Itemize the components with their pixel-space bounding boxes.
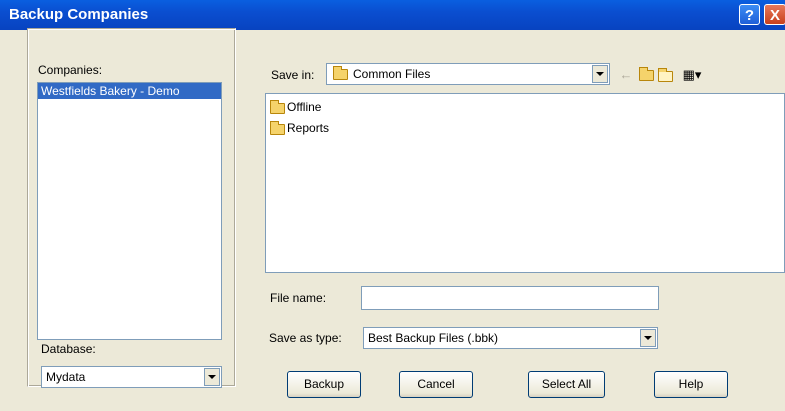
- save-in-select[interactable]: Common Files: [326, 63, 610, 85]
- window-title: Backup Companies: [9, 6, 149, 23]
- database-label: Database:: [41, 342, 96, 356]
- companies-list[interactable]: Westfields Bakery - Demo: [37, 82, 222, 340]
- views-menu-icon[interactable]: ▦▾: [679, 66, 705, 84]
- file-name-offline: Offline: [287, 100, 322, 114]
- file-name-reports: Reports: [287, 121, 330, 135]
- backup-button[interactable]: Backup: [287, 371, 361, 398]
- save-as-type-value: Best Backup Files (.bbk): [368, 331, 499, 345]
- help-button[interactable]: Help: [654, 371, 728, 398]
- save-as-type-label: Save as type:: [269, 331, 342, 345]
- help-title-button[interactable]: ?: [739, 4, 760, 25]
- database-value: Mydata: [46, 370, 86, 384]
- chevron-down-icon[interactable]: [592, 65, 608, 83]
- select-all-button[interactable]: Select All: [528, 371, 605, 398]
- save-as-type-select[interactable]: Best Backup Files (.bbk): [363, 327, 658, 349]
- close-button[interactable]: X: [764, 4, 785, 25]
- save-in-label: Save in:: [271, 68, 315, 82]
- file-name-label: File name:: [270, 291, 327, 305]
- file-list[interactable]: Offline Reports: [265, 93, 785, 273]
- file-name-input[interactable]: [361, 286, 659, 310]
- title-bar[interactable]: Backup Companies ? X: [0, 0, 785, 30]
- chevron-down-icon[interactable]: [204, 368, 220, 386]
- folder-icon: [270, 100, 285, 114]
- back-arrow-icon[interactable]: ←: [617, 66, 635, 84]
- save-in-value: Common Files: [353, 67, 431, 81]
- chevron-down-icon[interactable]: [640, 329, 656, 347]
- folder-icon: [270, 121, 285, 135]
- companies-label: Companies:: [38, 63, 103, 77]
- up-folder-icon[interactable]: [637, 66, 655, 84]
- new-folder-icon[interactable]: [657, 66, 675, 84]
- folder-icon: [333, 66, 348, 80]
- list-item[interactable]: Westfields Bakery - Demo: [38, 83, 221, 99]
- database-select[interactable]: Mydata: [41, 366, 222, 388]
- cancel-button[interactable]: Cancel: [399, 371, 473, 398]
